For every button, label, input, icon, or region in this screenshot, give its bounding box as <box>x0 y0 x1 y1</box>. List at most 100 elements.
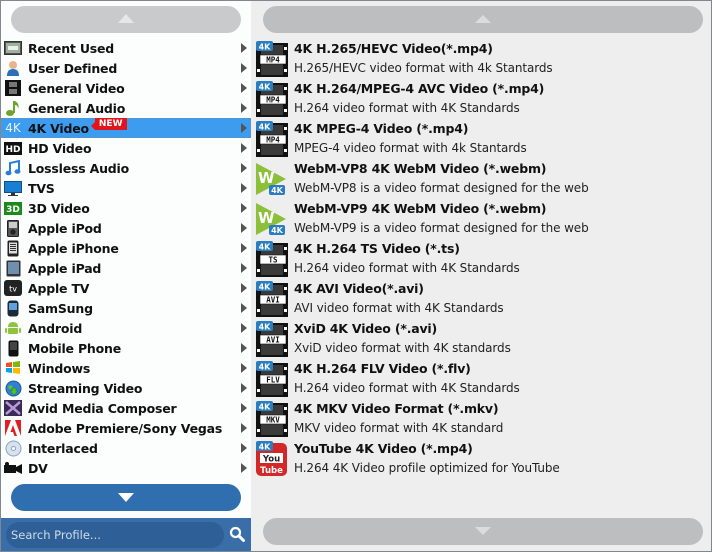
svg-text:4K: 4K <box>259 123 272 132</box>
category-item-android[interactable]: Android <box>1 318 251 338</box>
submenu-arrow-icon <box>241 163 247 173</box>
submenu-arrow-icon <box>241 343 247 353</box>
format-item[interactable]: You Tube 4K YouTube 4K Video (*.mp4) H.264 4… <box>251 439 711 479</box>
category-scroll-up-button[interactable] <box>11 6 241 33</box>
format-description: MPEG-4 video format with 4k Stantards <box>294 141 527 155</box>
format-name: 4K MPEG-4 Video (*.mp4) <box>294 121 469 136</box>
category-scroll-down-button[interactable] <box>11 484 241 511</box>
svg-text:4K: 4K <box>259 403 272 412</box>
mobile-phone-icon <box>4 340 22 356</box>
ipod-icon <box>4 219 22 237</box>
category-item-user-defined[interactable]: User Defined <box>1 58 251 78</box>
category-item-avid-media-composer[interactable]: Avid Media Composer <box>1 398 251 418</box>
format-name: 4K MKV Video Format (*.mkv) <box>294 401 499 416</box>
category-item-samsung[interactable]: SamSung <box>1 298 251 318</box>
disc-icon <box>4 440 22 456</box>
webm-4k-icon: W 4K <box>256 201 288 237</box>
category-label: Apple iPad <box>28 260 102 276</box>
profile-selector-window: Recent Used User Defined General Video Gene… <box>1 1 711 551</box>
svg-text:AVI: AVI <box>266 296 280 305</box>
category-label: SamSung <box>28 300 93 316</box>
ipad-icon <box>4 260 22 276</box>
avid-icon <box>4 400 22 416</box>
category-panel: Recent Used User Defined General Video Gene… <box>1 1 251 551</box>
webm-4k-icon: W 4K <box>256 161 288 197</box>
category-item-recent-used[interactable]: Recent Used <box>1 38 251 58</box>
svg-text:MKV: MKV <box>266 416 280 425</box>
format-description: H.264 video format with 4K Standards <box>294 381 520 395</box>
svg-text:4K: 4K <box>259 323 272 332</box>
format-description: H.264 video format with 4K Standards <box>294 261 520 275</box>
category-item-streaming-video[interactable]: Streaming Video <box>1 378 251 398</box>
format-item[interactable]: W 4K WebM-VP9 4K WebM Video (*.webm) WebM-V… <box>251 199 711 239</box>
format-item[interactable]: MP4 4K 4K H.265/HEVC Video(*.mp4) H.265/HEV… <box>251 39 711 79</box>
4k-icon: 4K <box>5 121 21 135</box>
format-item[interactable]: FLV 4K 4K H.264 FLV Video (*.flv) H.264 vid… <box>251 359 711 399</box>
category-item-apple-iphone[interactable]: Apple iPhone <box>1 238 251 258</box>
apple-tv-icon: tv <box>4 280 22 296</box>
category-label: Apple TV <box>28 280 90 296</box>
svg-text:MP4: MP4 <box>266 136 280 145</box>
category-item-hd-video[interactable]: HD HD Video <box>1 138 251 158</box>
format-name: 4K H.265/HEVC Video(*.mp4) <box>294 41 493 56</box>
category-item-dv[interactable]: DV <box>1 458 251 478</box>
category-item-apple-ipod[interactable]: Apple iPod <box>1 218 251 238</box>
submenu-arrow-icon <box>241 103 247 113</box>
category-label: HD Video <box>28 140 92 156</box>
category-item-general-video[interactable]: General Video <box>1 78 251 98</box>
format-description: WebM-VP8 is a video format designed for … <box>294 181 589 195</box>
svg-text:You: You <box>262 455 280 465</box>
category-item-4k-video[interactable]: 4K 4K Video NEW <box>1 118 251 138</box>
format-item[interactable]: MP4 4K 4K H.264/MPEG-4 AVC Video (*.mp4) H.… <box>251 79 711 119</box>
format-scroll-down-button[interactable] <box>263 518 703 545</box>
submenu-arrow-icon <box>241 123 247 133</box>
svg-text:4K: 4K <box>259 363 272 372</box>
category-label: Windows <box>28 360 91 376</box>
format-scroll-up-button[interactable] <box>263 6 703 33</box>
category-item-apple-ipad[interactable]: Apple iPad <box>1 258 251 278</box>
category-label: Lossless Audio <box>28 160 130 176</box>
recent-used-icon <box>4 40 22 56</box>
category-label: Android <box>28 320 83 336</box>
category-item-mobile-phone[interactable]: Mobile Phone <box>1 338 251 358</box>
svg-text:MP4: MP4 <box>266 56 280 65</box>
film-mp4-4k-icon: MP4 4K <box>256 41 288 77</box>
search-profile-input[interactable] <box>6 522 224 548</box>
category-item-3d-video[interactable]: 3D 3D Video <box>1 198 251 218</box>
category-item-lossless-audio[interactable]: Lossless Audio <box>1 158 251 178</box>
category-item-interlaced[interactable]: Interlaced <box>1 438 251 458</box>
format-item[interactable]: TS 4K 4K H.264 TS Video (*.ts) H.264 video … <box>251 239 711 279</box>
format-description: H.264 4K Video profile optimized for You… <box>294 461 560 475</box>
search-icon[interactable] <box>229 526 245 542</box>
category-label: General Audio <box>28 100 126 116</box>
samsung-phone-icon <box>4 300 22 316</box>
category-label: Adobe Premiere/Sony Vegas <box>28 420 223 436</box>
format-name: 4K H.264/MPEG-4 AVC Video (*.mp4) <box>294 81 545 96</box>
category-label: Streaming Video <box>28 380 143 396</box>
film-strip-icon <box>4 80 22 96</box>
category-item-apple-tv[interactable]: tv Apple TV <box>1 278 251 298</box>
svg-text:4K: 4K <box>271 186 284 195</box>
format-item[interactable]: W 4K WebM-VP8 4K WebM Video (*.webm) WebM-V… <box>251 159 711 199</box>
format-item[interactable]: AVI 4K 4K AVI Video(*.avi) AVI video format… <box>251 279 711 319</box>
format-item[interactable]: MP4 4K 4K MPEG-4 Video (*.mp4) MPEG-4 video… <box>251 119 711 159</box>
format-item[interactable]: AVI 4K XviD 4K Video (*.avi) XviD video for… <box>251 319 711 359</box>
category-item-adobe-premiere-sony-vegas[interactable]: Adobe Premiere/Sony Vegas <box>1 418 251 438</box>
submenu-arrow-icon <box>241 243 247 253</box>
category-item-windows[interactable]: Windows <box>1 358 251 378</box>
category-item-general-audio[interactable]: General Audio <box>1 98 251 118</box>
music-note-icon <box>4 100 22 116</box>
category-item-tvs[interactable]: TVS <box>1 178 251 198</box>
svg-text:4K: 4K <box>271 226 284 235</box>
format-item[interactable]: MKV 4K 4K MKV Video Format (*.mkv) MKV vide… <box>251 399 711 439</box>
film-mp4-4k-icon: MP4 4K <box>256 121 288 157</box>
submenu-arrow-icon <box>241 443 247 453</box>
format-description: WebM-VP9 is a video format designed for … <box>294 221 589 235</box>
android-icon <box>4 320 22 336</box>
category-label: TVS <box>28 180 55 196</box>
submenu-arrow-icon <box>241 43 247 53</box>
svg-text:tv: tv <box>9 285 17 294</box>
user-icon <box>4 60 22 76</box>
svg-text:4K: 4K <box>259 243 272 252</box>
film-avi-4k-icon: AVI 4K <box>256 321 288 357</box>
